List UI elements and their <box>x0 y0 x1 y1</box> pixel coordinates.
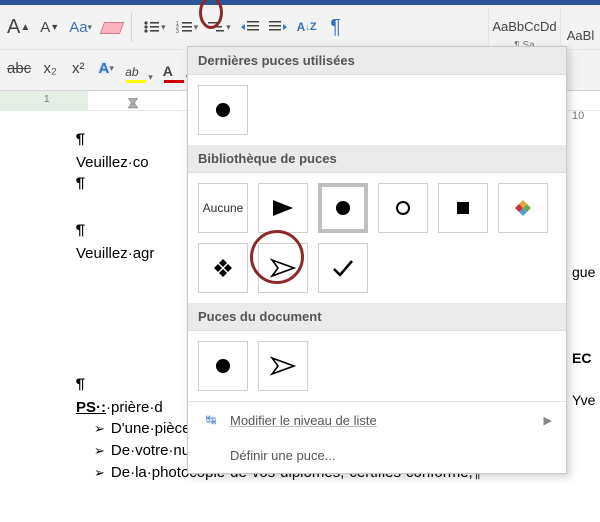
text-effects-button[interactable]: A▾ <box>94 55 118 83</box>
strikethrough-button[interactable]: abc <box>4 55 34 83</box>
bulleted-list-icon <box>143 20 159 34</box>
grow-font-button[interactable]: A▲ <box>4 13 33 41</box>
circle-icon <box>396 201 410 215</box>
show-paragraph-marks-button[interactable]: ¶ <box>324 13 348 41</box>
bullet-option-arrow-outline[interactable] <box>258 341 308 391</box>
multilevel-list-icon <box>208 20 224 34</box>
arrow-outline-icon <box>270 258 296 278</box>
menu-label: Modifier le niveau de liste <box>230 413 377 428</box>
text-fragment: Yve <box>568 386 600 414</box>
ruler-tick-label: 10 <box>568 104 600 128</box>
bullet-option-circle[interactable] <box>378 183 428 233</box>
bullet-option-arrow-outline[interactable] <box>258 243 308 293</box>
eraser-icon <box>102 20 120 34</box>
ruler-tick-label: 1 <box>44 94 50 105</box>
chevron-right-icon: ▶ <box>544 414 552 427</box>
bullet-option-4diamond[interactable] <box>198 243 248 293</box>
bullets-dropdown: Dernières puces utilisées Bibliothèque d… <box>187 46 567 474</box>
document-bullets-header: Puces du document <box>188 303 566 331</box>
sort-button[interactable]: A↓Z <box>294 13 320 41</box>
define-new-bullet-item[interactable]: Définir une puce... <box>188 438 566 473</box>
bullet-option-check[interactable] <box>318 243 368 293</box>
bullet-option-disc[interactable] <box>318 183 368 233</box>
decrease-indent-button[interactable] <box>238 13 262 41</box>
arrow-outline-icon <box>270 356 296 376</box>
list-level-icon: ↹ <box>202 412 220 428</box>
bullets-button[interactable]: ▾ <box>140 13 169 41</box>
menu-label: Définir une puce... <box>230 448 336 463</box>
arrowhead-icon <box>271 198 295 218</box>
square-icon <box>457 202 469 214</box>
separator <box>131 12 132 42</box>
bullet-option-square[interactable] <box>438 183 488 233</box>
increase-indent-button[interactable] <box>266 13 290 41</box>
subscript-button[interactable]: x₂ <box>38 55 62 83</box>
increase-indent-icon <box>269 20 287 34</box>
change-list-level-item[interactable]: ↹ Modifier le niveau de liste ▶ <box>188 402 566 438</box>
text-fragment: gue <box>568 258 600 286</box>
bullet-option-none[interactable]: Aucune <box>198 183 248 233</box>
bullet-option-disc[interactable] <box>198 341 248 391</box>
numbered-list-icon: 123 <box>176 20 192 34</box>
text-fragment: EC <box>568 344 600 372</box>
ruler-indent-marker[interactable] <box>128 98 137 107</box>
decrease-indent-icon <box>241 20 259 34</box>
disc-icon <box>216 359 230 373</box>
disc-icon <box>336 201 350 215</box>
change-case-button[interactable]: Aa▾ <box>66 13 95 41</box>
highlight-color-button[interactable]: ab ▾ <box>122 55 156 83</box>
bullet-option-disc[interactable] <box>198 85 248 135</box>
svg-text:3: 3 <box>176 29 179 34</box>
four-diamond-icon <box>213 258 233 278</box>
checkmark-icon <box>332 258 354 278</box>
four-diamond-color-icon <box>514 199 532 217</box>
partial-offscreen-text: 10 gue EC Yve <box>568 130 600 414</box>
multilevel-list-button[interactable]: ▾ <box>205 13 234 41</box>
superscript-button[interactable]: x² <box>66 55 90 83</box>
bullet-library-header: Bibliothèque de puces <box>188 145 566 173</box>
bullet-option-arrowhead[interactable] <box>258 183 308 233</box>
bullet-option-4color[interactable] <box>498 183 548 233</box>
shrink-font-button[interactable]: A▼ <box>37 13 62 41</box>
clear-formatting-button[interactable] <box>99 13 123 41</box>
numbering-button[interactable]: 123 ▾ <box>173 13 202 41</box>
disc-icon <box>216 103 230 117</box>
recent-bullets-header: Dernières puces utilisées <box>188 47 566 75</box>
